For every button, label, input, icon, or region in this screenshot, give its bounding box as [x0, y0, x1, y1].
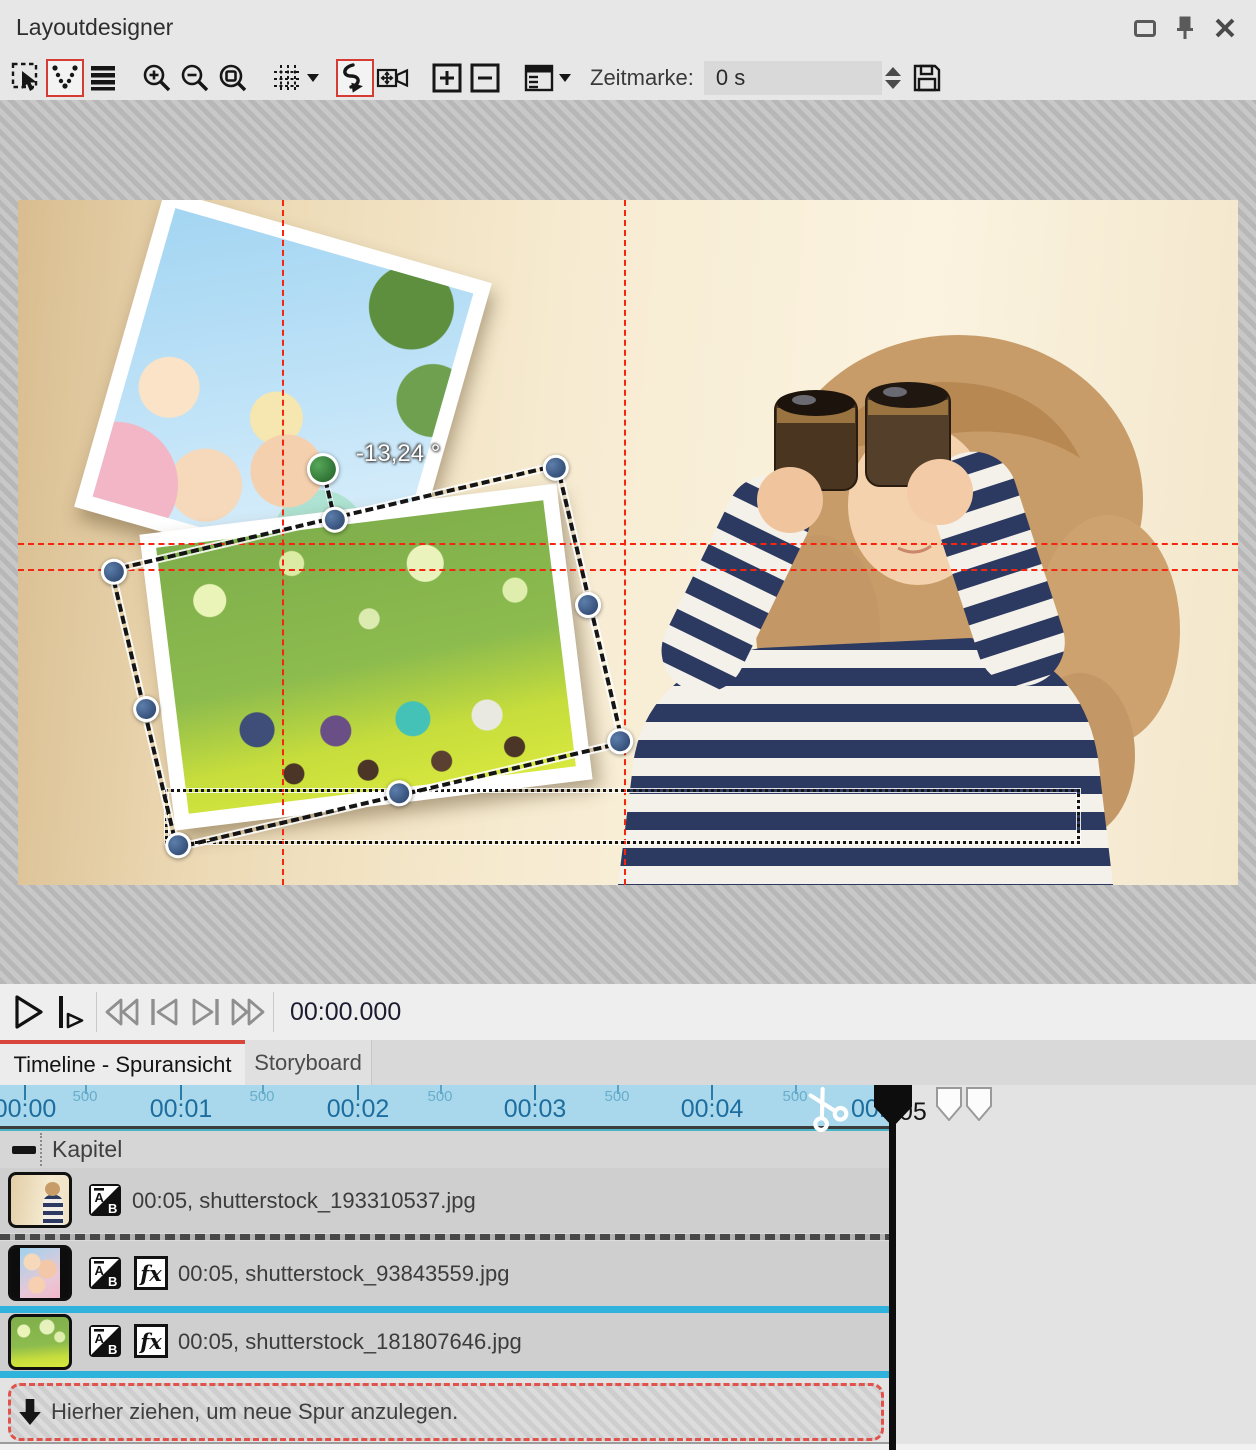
ab-transition-icon[interactable]: AB [88, 1256, 122, 1290]
clip-thumbnail[interactable] [8, 1314, 72, 1370]
toolbar: Zeitmarke: 0 s [0, 56, 1256, 100]
drop-hint-text: Hierher ziehen, um neue Spur anzulegen. [51, 1399, 458, 1425]
grid-dropdown-icon[interactable] [306, 59, 320, 97]
play-from-here-icon[interactable] [50, 990, 92, 1034]
grid-icon[interactable] [268, 59, 306, 97]
ab-transition-icon[interactable]: AB [88, 1324, 122, 1358]
rotation-angle-label: -13,24 ° [356, 440, 440, 468]
zoom-fit-icon[interactable] [214, 59, 252, 97]
maximize-icon[interactable] [1132, 16, 1158, 40]
bottom-strip [0, 1444, 1256, 1450]
svg-text:A: A [95, 1263, 105, 1278]
zeitmarke-spinner[interactable] [882, 61, 904, 95]
panel-list-icon[interactable] [520, 59, 558, 97]
track-row-3-selected[interactable]: AB fx 00:05, shutterstock_181807646.jpg [0, 1313, 889, 1371]
track-row-1[interactable]: AB 00:05, shutterstock_193310537.jpg [0, 1168, 889, 1233]
ruler-label-4: 00:04 [681, 1095, 744, 1124]
svg-text:B: B [108, 1201, 117, 1216]
layoutdesigner-window: Layoutdesigner [0, 0, 1256, 1450]
window-title: Layoutdesigner [16, 14, 173, 41]
svg-text:B: B [108, 1342, 117, 1357]
clip-label: 00:05, shutterstock_181807646.jpg [178, 1329, 522, 1355]
fx-effect-icon[interactable]: fx [134, 1324, 168, 1358]
ruler-sub-label: 500 [249, 1088, 274, 1105]
chapter-header[interactable]: Kapitel [0, 1131, 889, 1168]
layers-stack-icon[interactable] [84, 59, 122, 97]
zeitmarke-label: Zeitmarke: [590, 65, 694, 91]
clip-thumbnail[interactable] [8, 1172, 72, 1228]
to-end-icon[interactable] [185, 990, 227, 1034]
spline-points-icon[interactable] [46, 59, 84, 97]
zoom-out-icon[interactable] [176, 59, 214, 97]
timeline-ruler[interactable]: 00:00 00:01 00:02 00:03 00:04 500 500 50… [0, 1085, 1256, 1129]
ruler-label-2: 00:02 [327, 1095, 390, 1124]
chapter-label: Kapitel [52, 1136, 122, 1163]
zoom-in-icon[interactable] [138, 59, 176, 97]
chapter-separator [40, 1133, 42, 1166]
ab-transition-icon[interactable]: AB [88, 1183, 122, 1217]
skip-back-icon[interactable] [101, 990, 143, 1034]
selection-highlight-top [0, 1306, 889, 1313]
track-area: Kapitel AB 00:05, shutterstock_193310537… [0, 1129, 1256, 1450]
svg-text:A: A [95, 1331, 105, 1346]
clip-thumbnail[interactable] [8, 1245, 72, 1301]
to-start-icon[interactable] [143, 990, 185, 1034]
save-icon[interactable] [908, 59, 946, 97]
panel-dropdown-icon[interactable] [558, 59, 572, 97]
new-track-drop-zone[interactable]: Hierher ziehen, um neue Spur anzulegen. [8, 1383, 884, 1441]
play-icon[interactable] [8, 990, 50, 1034]
titlebar: Layoutdesigner [0, 0, 1256, 56]
clip-label: 00:05, shutterstock_93843559.jpg [178, 1261, 509, 1287]
horizontal-guide-top [18, 543, 1238, 545]
view-tabs: Timeline - Spuransicht Storyboard [0, 1040, 1256, 1085]
selection-highlight-bottom [0, 1371, 889, 1378]
playhead-line[interactable] [889, 1085, 896, 1450]
tab-timeline-spuransicht[interactable]: Timeline - Spuransicht [0, 1040, 245, 1085]
ruler-label-0: 00:00 [0, 1095, 56, 1124]
marquee-select-icon[interactable] [8, 59, 46, 97]
ruler-sub-label: 500 [72, 1088, 97, 1105]
ruler-label-1: 00:01 [150, 1095, 213, 1124]
ruler-sub-label: 500 [427, 1088, 452, 1105]
svg-text:B: B [108, 1274, 117, 1289]
camera-pan-icon[interactable] [374, 59, 412, 97]
layout-canvas: -13,24 ° [0, 100, 1256, 984]
curve-path-icon[interactable] [336, 59, 374, 97]
collapse-chapter-icon[interactable] [12, 1146, 36, 1154]
timecode-display: 00:00.000 [290, 998, 401, 1027]
close-icon[interactable] [1212, 16, 1238, 40]
arrow-down-icon [19, 1399, 41, 1425]
slide-preview[interactable]: -13,24 ° [18, 200, 1238, 885]
track-row-2[interactable]: AB fx 00:05, shutterstock_93843559.jpg [0, 1241, 889, 1306]
ruler-blue-area[interactable]: 00:00 00:01 00:02 00:03 00:04 500 500 50… [0, 1085, 893, 1129]
track-separator [0, 1233, 889, 1241]
skip-forward-icon[interactable] [227, 990, 269, 1034]
bookmark-marker-icon[interactable] [936, 1087, 962, 1121]
plus-box-icon[interactable] [428, 59, 466, 97]
fx-effect-icon[interactable]: fx [134, 1256, 168, 1290]
clip-label: 00:05, shutterstock_193310537.jpg [132, 1188, 476, 1214]
ruler-label-3: 00:03 [504, 1095, 567, 1124]
transport-bar: 00:00.000 [0, 984, 1256, 1040]
zeitmarke-input[interactable]: 0 s [704, 61, 882, 95]
ruler-sub-label: 500 [604, 1088, 629, 1105]
tab-storyboard[interactable]: Storyboard [245, 1040, 372, 1085]
svg-text:A: A [95, 1190, 105, 1205]
minus-box-icon[interactable] [466, 59, 504, 97]
bookmark-marker-icon[interactable] [966, 1087, 992, 1121]
pin-icon[interactable] [1172, 16, 1198, 40]
